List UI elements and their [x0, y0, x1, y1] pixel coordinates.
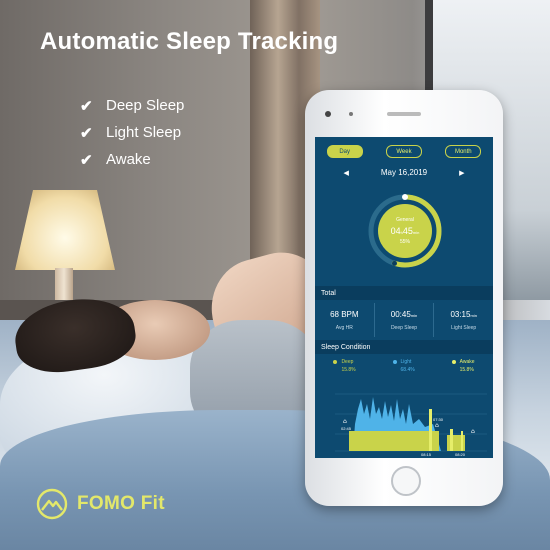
time-label: 07:30 [433, 417, 444, 422]
app-screen: Day Week Month ◀ May 16,2019 ▶ General 0… [315, 137, 493, 458]
gauge-percent: 55% [399, 239, 410, 245]
bed-icon: ⌂ [435, 422, 439, 429]
brand-name: FOMO Fit [77, 493, 165, 514]
sleep-legend: Deep 15.8% Light 68.4% Awake 15.8% [315, 359, 493, 373]
legend-dot [451, 360, 456, 364]
gauge-duration: 04h45min [390, 226, 420, 236]
legend-deep: Deep 15.8% [333, 359, 356, 373]
tab-day[interactable]: Day [326, 145, 363, 158]
stat-label: Light Sleep [451, 324, 477, 331]
stat-label: Avg HR [335, 324, 353, 331]
gauge-label: General [396, 217, 414, 223]
stat-avg-hr: 68 BPM Avg HR [315, 303, 375, 337]
next-day-icon[interactable]: ▶ [459, 169, 464, 177]
period-tabs: Day Week Month [315, 145, 493, 158]
time-label: 02:45 [341, 426, 352, 431]
sleep-stage-chart: ⌂ ⌂ ⌂ 02:45 07:30 08:15 08:20 [335, 393, 487, 457]
phone: Day Week Month ◀ May 16,2019 ▶ General 0… [305, 90, 503, 506]
date-navigator: ◀ May 16,2019 ▶ [315, 168, 493, 177]
stat-value: 03:15min [450, 309, 477, 319]
camera-icon [325, 111, 331, 117]
sensor-icon [349, 112, 353, 116]
prev-day-icon[interactable]: ◀ [343, 169, 348, 177]
legend-light: Light 68.4% [392, 359, 415, 373]
gauge-readout: General 04h45min 55% [367, 193, 443, 269]
home-button[interactable] [391, 466, 421, 496]
awake-bar [461, 431, 463, 451]
bed-icon: ⌂ [471, 428, 475, 435]
check-icon: ✔ [80, 151, 93, 169]
legend-dot [392, 360, 397, 364]
total-section-title: Total [315, 286, 493, 300]
check-icon: ✔ [80, 124, 93, 142]
stat-deep-sleep: 00:45min Deep Sleep [375, 303, 435, 337]
legend-awake: Awake 15.8% [451, 359, 475, 373]
stat-value: 00:45min [390, 309, 418, 319]
legend-dot [333, 360, 338, 364]
check-icon: ✔ [80, 97, 93, 115]
feature-list: ✔ Deep Sleep ✔ Light Sleep ✔ Awake [80, 92, 184, 173]
time-label: 08:20 [455, 452, 466, 457]
tab-month[interactable]: Month [445, 145, 482, 158]
time-label: 08:15 [421, 452, 432, 457]
awake-bar [429, 409, 432, 451]
bed-icon: ⌂ [343, 418, 347, 425]
feature-item: ✔ Awake [80, 146, 184, 173]
feature-label: Deep Sleep [106, 97, 185, 114]
deep-sleep-area [349, 431, 439, 451]
headline: Automatic Sleep Tracking [40, 28, 339, 55]
sleep-condition-title: Sleep Condition [315, 340, 493, 354]
awake-bar [450, 429, 453, 451]
feature-label: Light Sleep [106, 124, 182, 141]
total-stats: 68 BPM Avg HR 00:45min Deep Sleep 03:15m… [315, 303, 493, 337]
mountain-logo-icon [36, 488, 68, 520]
feature-item: ✔ Deep Sleep [80, 92, 184, 119]
feature-item: ✔ Light Sleep [80, 119, 184, 146]
speaker-grille [387, 112, 421, 116]
stat-value: 68 BPM [330, 309, 359, 319]
feature-label: Awake [106, 151, 151, 168]
stat-label: Deep Sleep [390, 324, 418, 331]
brand-logo: FOMO Fit [36, 488, 165, 520]
tab-week[interactable]: Week [385, 145, 422, 158]
stat-light-sleep: 03:15min Light Sleep [434, 303, 493, 337]
current-date: May 16,2019 [380, 168, 428, 177]
